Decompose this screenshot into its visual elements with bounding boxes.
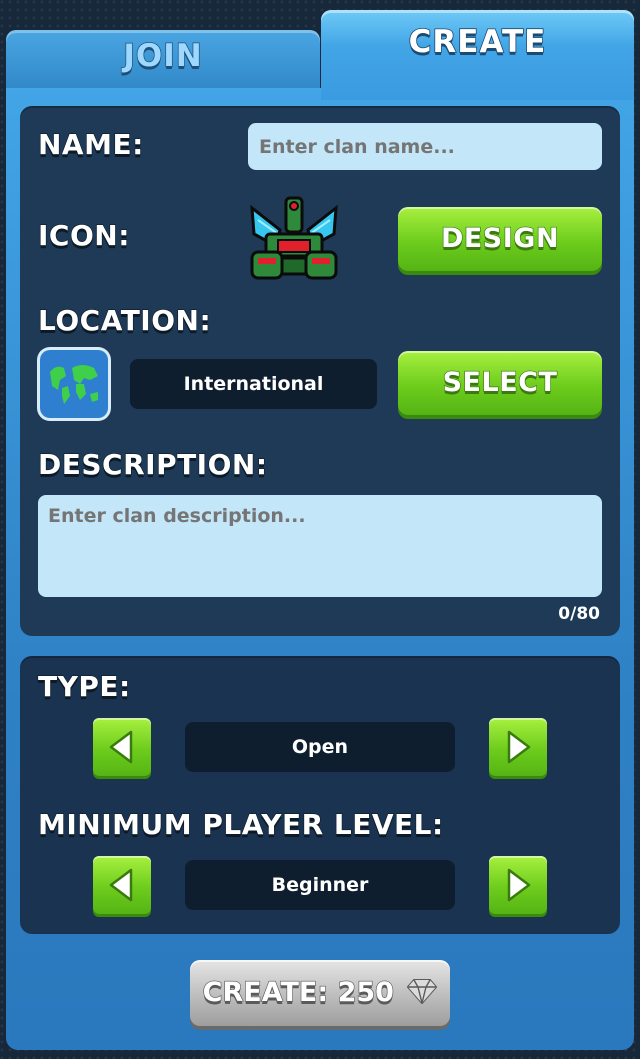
tab-join[interactable]: JOIN [6,30,320,94]
tank-emblem-icon [250,196,338,280]
create-button-label: CREATE: 250 [202,976,395,1008]
tab-create[interactable]: CREATE [321,10,634,100]
icon-label: ICON: [37,218,130,252]
arrow-left-icon [109,730,133,764]
design-button[interactable]: DESIGN [398,207,602,271]
arrow-right-icon [507,730,531,764]
clan-name-input[interactable] [248,123,602,170]
location-value: International [130,359,377,409]
min-level-label: MINIMUM PLAYER LEVEL: [37,807,444,841]
create-clan-button[interactable]: CREATE: 250 [190,960,450,1026]
type-next-button[interactable] [489,718,547,776]
min-level-value: Beginner [185,860,455,910]
type-prev-button[interactable] [93,718,151,776]
type-label: TYPE: [37,669,131,703]
type-value: Open [185,722,455,772]
level-prev-button[interactable] [93,856,151,914]
clan-description-input[interactable] [38,495,602,597]
arrow-right-icon [507,868,531,902]
gem-icon [407,979,438,1005]
location-flag [40,350,108,418]
level-next-button[interactable] [489,856,547,914]
name-label: NAME: [37,127,144,161]
world-map-icon [50,365,98,404]
select-location-button[interactable]: SELECT [398,351,602,415]
location-label: LOCATION: [37,303,212,337]
arrow-left-icon [109,868,133,902]
description-char-counter: 0/80 [558,604,600,624]
clan-icon[interactable] [246,194,342,286]
description-label: DESCRIPTION: [37,447,268,481]
